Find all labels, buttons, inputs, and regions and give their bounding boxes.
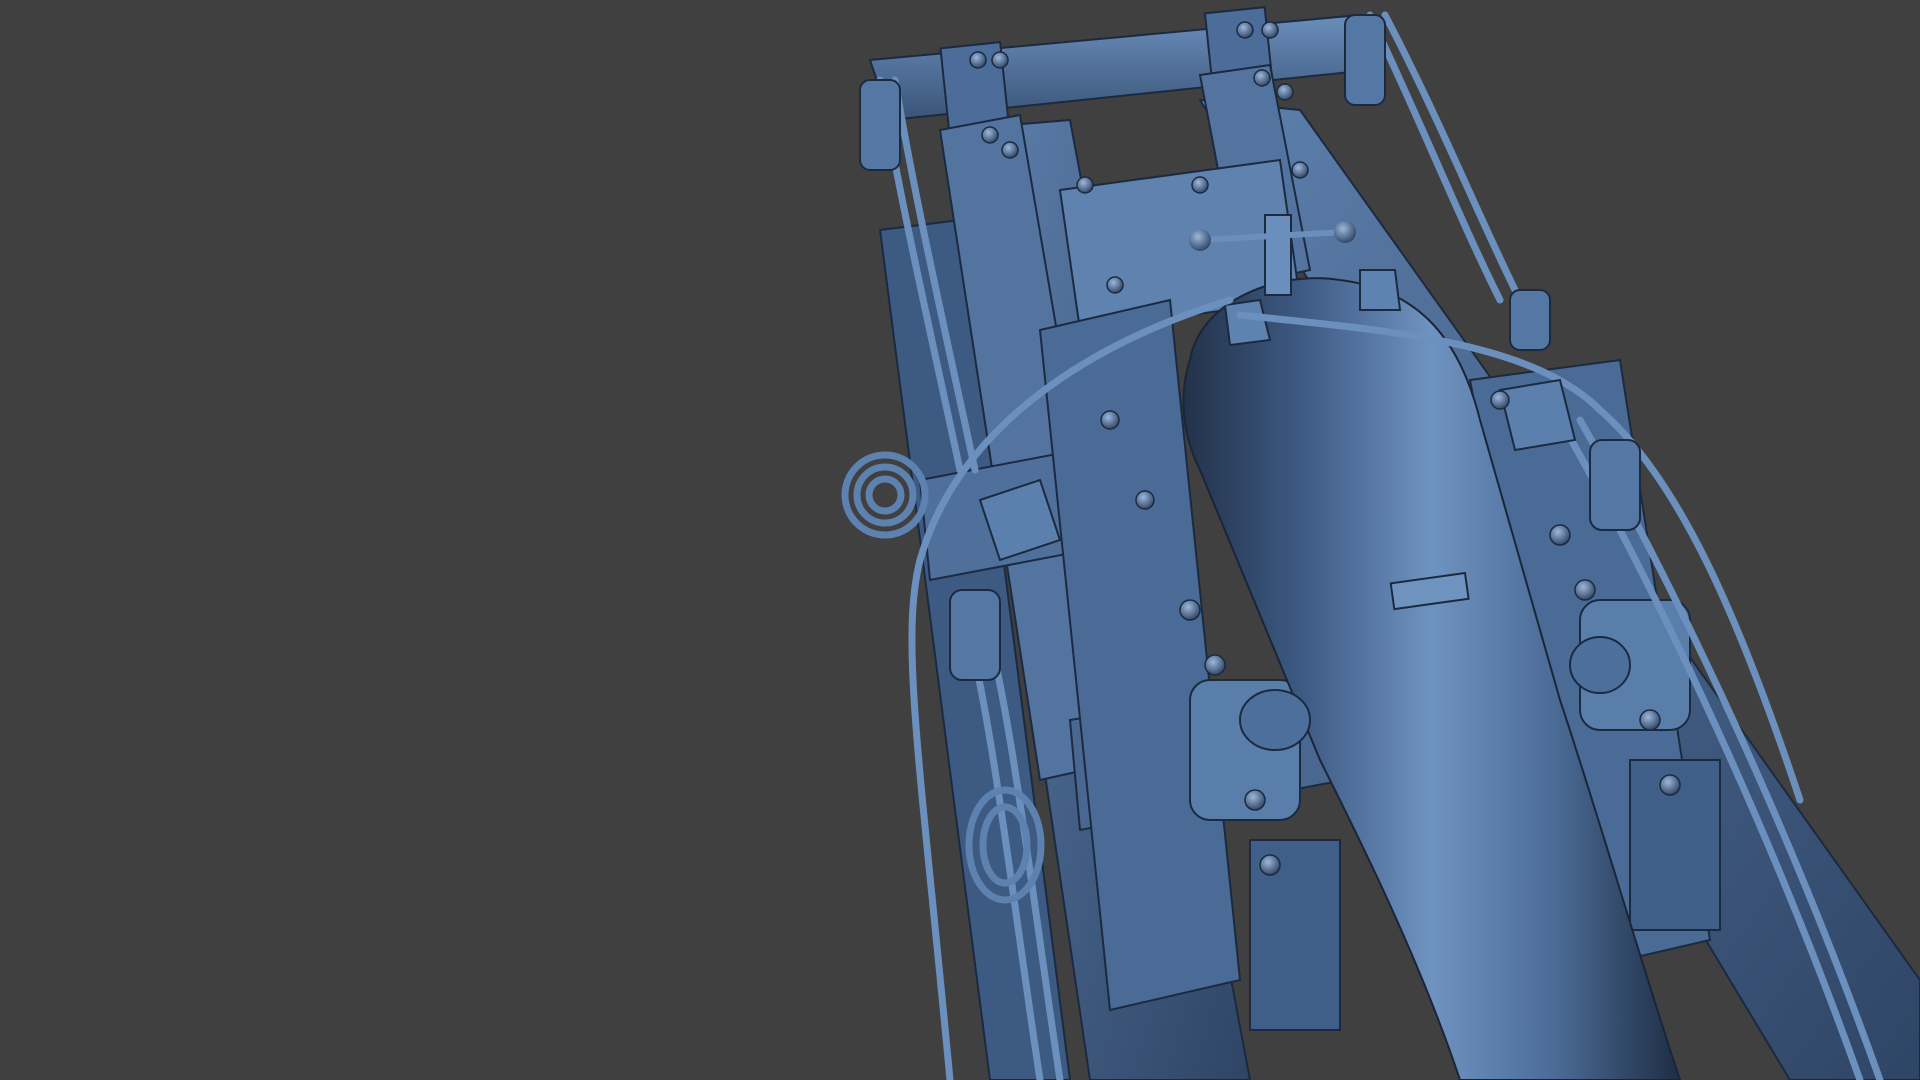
3d-viewport[interactable] [0,0,1920,1080]
cannon-model-render [841,6,1920,1080]
